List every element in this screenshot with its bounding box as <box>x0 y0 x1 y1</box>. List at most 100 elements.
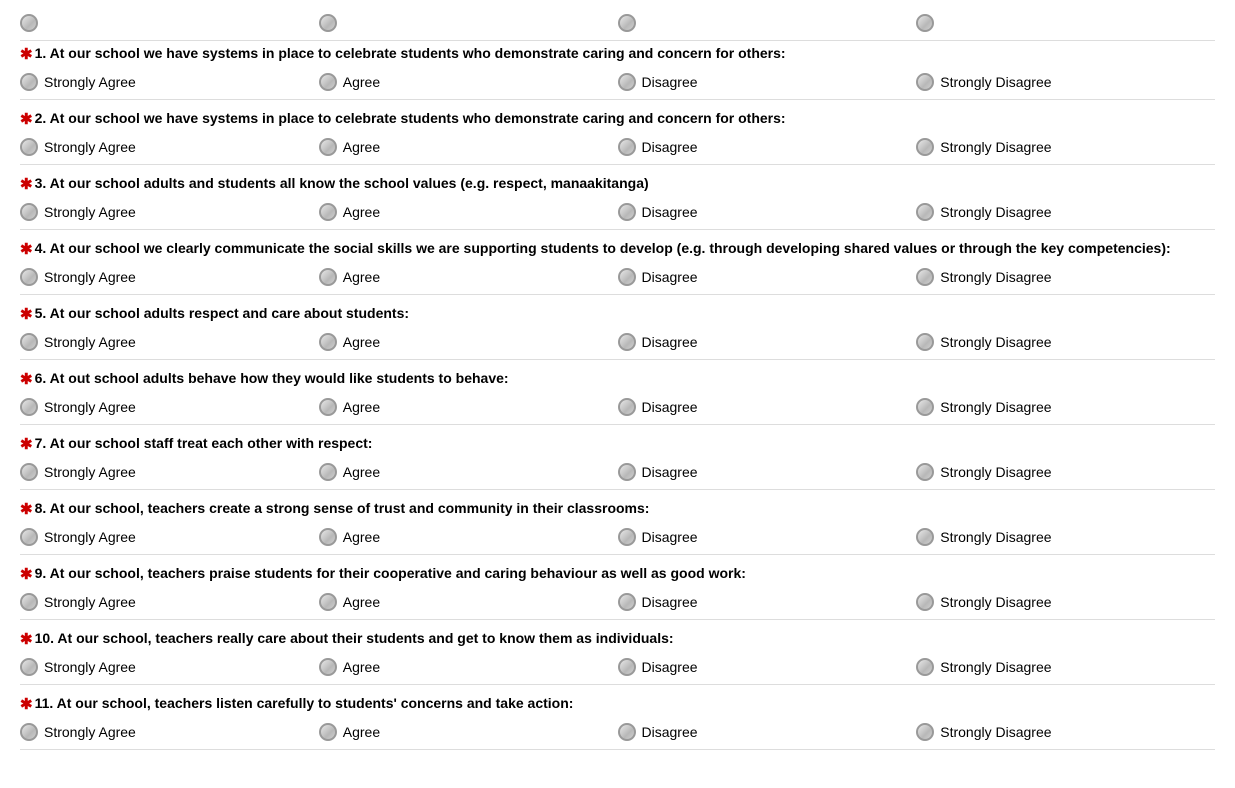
option-q2-strongly_agree[interactable]: Strongly Agree <box>20 138 319 156</box>
divider <box>20 40 1215 41</box>
required-asterisk: ✱ <box>20 305 33 323</box>
option-q4-strongly_disagree[interactable]: Strongly Disagree <box>916 268 1215 286</box>
option-q10-disagree[interactable]: Disagree <box>618 658 917 676</box>
divider <box>20 684 1215 685</box>
radio-icon[interactable] <box>618 268 636 286</box>
option-q5-disagree[interactable]: Disagree <box>618 333 917 351</box>
option-q3-strongly_agree[interactable]: Strongly Agree <box>20 203 319 221</box>
option-q3-disagree[interactable]: Disagree <box>618 203 917 221</box>
option-q10-agree[interactable]: Agree <box>319 658 618 676</box>
option-q11-disagree[interactable]: Disagree <box>618 723 917 741</box>
radio-icon[interactable] <box>20 593 38 611</box>
option-q10-strongly_agree[interactable]: Strongly Agree <box>20 658 319 676</box>
radio-icon[interactable] <box>319 333 337 351</box>
option-q9-strongly_agree[interactable]: Strongly Agree <box>20 593 319 611</box>
option-q6-disagree[interactable]: Disagree <box>618 398 917 416</box>
option-q4-disagree[interactable]: Disagree <box>618 268 917 286</box>
radio-icon[interactable] <box>618 333 636 351</box>
radio-icon[interactable] <box>618 658 636 676</box>
option-q3-agree[interactable]: Agree <box>319 203 618 221</box>
option-q8-strongly_disagree[interactable]: Strongly Disagree <box>916 528 1215 546</box>
option-q9-disagree[interactable]: Disagree <box>618 593 917 611</box>
radio-icon[interactable] <box>20 398 38 416</box>
option-q1-disagree[interactable]: Disagree <box>618 73 917 91</box>
option-q9-agree[interactable]: Agree <box>319 593 618 611</box>
radio-icon[interactable] <box>618 593 636 611</box>
option-q4-agree[interactable]: Agree <box>319 268 618 286</box>
radio-icon[interactable] <box>916 593 934 611</box>
radio-icon[interactable] <box>20 723 38 741</box>
radio-icon[interactable] <box>20 463 38 481</box>
option-q11-strongly_disagree[interactable]: Strongly Disagree <box>916 723 1215 741</box>
option-q1-agree[interactable]: Agree <box>319 73 618 91</box>
option-q1-strongly_agree[interactable]: Strongly Agree <box>20 73 319 91</box>
option-q8-agree[interactable]: Agree <box>319 528 618 546</box>
radio-icon[interactable] <box>20 333 38 351</box>
radio-icon[interactable] <box>319 723 337 741</box>
option-q7-strongly_disagree[interactable]: Strongly Disagree <box>916 463 1215 481</box>
radio-icon[interactable] <box>618 463 636 481</box>
radio-icon[interactable] <box>618 528 636 546</box>
radio-icon[interactable] <box>916 203 934 221</box>
radio-icon[interactable] <box>20 73 38 91</box>
radio-icon[interactable] <box>618 203 636 221</box>
option-q5-strongly_agree[interactable]: Strongly Agree <box>20 333 319 351</box>
radio-icon[interactable] <box>916 658 934 676</box>
radio-icon[interactable] <box>319 138 337 156</box>
radio-icon[interactable] <box>916 723 934 741</box>
option-q8-strongly_agree[interactable]: Strongly Agree <box>20 528 319 546</box>
option-q6-strongly_agree[interactable]: Strongly Agree <box>20 398 319 416</box>
option-q9-strongly_disagree[interactable]: Strongly Disagree <box>916 593 1215 611</box>
option-q6-agree[interactable]: Agree <box>319 398 618 416</box>
radio-icon[interactable] <box>319 593 337 611</box>
option-q7-disagree[interactable]: Disagree <box>618 463 917 481</box>
option-label-agree: Agree <box>343 659 380 675</box>
radio-icon[interactable] <box>916 73 934 91</box>
option-q8-disagree[interactable]: Disagree <box>618 528 917 546</box>
divider <box>20 229 1215 230</box>
option-q11-strongly_agree[interactable]: Strongly Agree <box>20 723 319 741</box>
radio-icon[interactable] <box>618 73 636 91</box>
radio-icon[interactable] <box>319 528 337 546</box>
option-q2-agree[interactable]: Agree <box>319 138 618 156</box>
radio-icon[interactable] <box>20 203 38 221</box>
radio-icon[interactable] <box>618 723 636 741</box>
option-q2-disagree[interactable]: Disagree <box>618 138 917 156</box>
option-q3-strongly_disagree[interactable]: Strongly Disagree <box>916 203 1215 221</box>
option-q11-agree[interactable]: Agree <box>319 723 618 741</box>
radio-icon[interactable] <box>916 268 934 286</box>
option-q1-strongly_disagree[interactable]: Strongly Disagree <box>916 73 1215 91</box>
option-q6-strongly_disagree[interactable]: Strongly Disagree <box>916 398 1215 416</box>
radio-icon[interactable] <box>916 463 934 481</box>
option-q5-strongly_disagree[interactable]: Strongly Disagree <box>916 333 1215 351</box>
radio-icon[interactable] <box>916 333 934 351</box>
option-label-agree: Agree <box>343 464 380 480</box>
radio-icon[interactable] <box>618 138 636 156</box>
radio-icon[interactable] <box>916 528 934 546</box>
required-asterisk: ✱ <box>20 695 33 713</box>
option-q4-strongly_agree[interactable]: Strongly Agree <box>20 268 319 286</box>
option-q7-strongly_agree[interactable]: Strongly Agree <box>20 463 319 481</box>
radio-icon[interactable] <box>20 528 38 546</box>
radio-icon[interactable] <box>618 398 636 416</box>
radio-icon[interactable] <box>319 658 337 676</box>
radio-icon[interactable] <box>319 73 337 91</box>
radio-icon[interactable] <box>319 203 337 221</box>
option-q2-strongly_disagree[interactable]: Strongly Disagree <box>916 138 1215 156</box>
radio-icon[interactable] <box>319 268 337 286</box>
radio-icon[interactable] <box>20 138 38 156</box>
radio-icon[interactable] <box>20 658 38 676</box>
question-text-q8: 8. At our school, teachers create a stro… <box>35 500 650 516</box>
radio-icon[interactable] <box>319 463 337 481</box>
radio-icon[interactable] <box>20 268 38 286</box>
radio-icon[interactable] <box>319 398 337 416</box>
option-q7-agree[interactable]: Agree <box>319 463 618 481</box>
option-label-strongly_disagree: Strongly Disagree <box>940 529 1051 545</box>
option-q10-strongly_disagree[interactable]: Strongly Disagree <box>916 658 1215 676</box>
option-label-agree: Agree <box>343 399 380 415</box>
question-block-q5: ✱5. At our school adults respect and car… <box>20 305 1215 360</box>
required-asterisk: ✱ <box>20 565 33 583</box>
radio-icon[interactable] <box>916 398 934 416</box>
option-q5-agree[interactable]: Agree <box>319 333 618 351</box>
radio-icon[interactable] <box>916 138 934 156</box>
